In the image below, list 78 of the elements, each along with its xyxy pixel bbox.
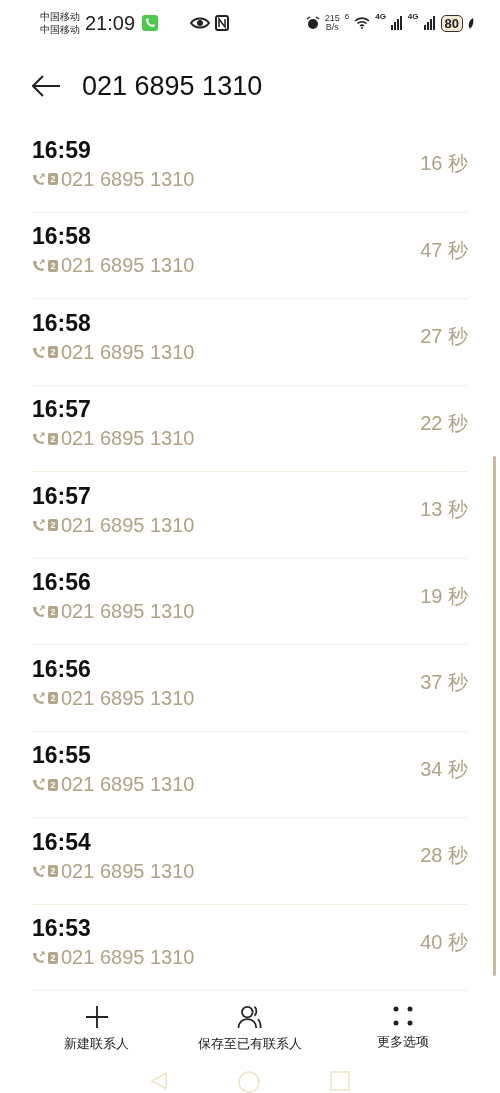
back-nav-icon[interactable] <box>150 1071 168 1091</box>
call-time: 16:55 <box>32 742 91 770</box>
sim-badge: 2 <box>48 432 58 445</box>
call-number: 021 6895 1310 <box>61 167 195 191</box>
call-number: 021 6895 1310 <box>61 773 195 797</box>
call-duration: 28 秒 <box>420 843 468 869</box>
call-number: 021 6895 1310 <box>61 946 195 970</box>
sim-badge: 2 <box>48 865 58 878</box>
sim-badge: 2 <box>48 346 58 359</box>
scrollbar[interactable] <box>493 456 496 976</box>
outgoing-call-icon <box>32 605 45 619</box>
outgoing-call-icon <box>32 778 45 792</box>
call-number: 021 6895 1310 <box>61 427 195 451</box>
more-icon <box>392 1005 415 1027</box>
call-time: 16:54 <box>32 828 91 856</box>
call-time: 16:57 <box>32 482 91 510</box>
sim-badge: 2 <box>48 692 58 705</box>
clock: 21:09 <box>85 11 136 35</box>
action-button[interactable]: 保存至已有联系人 <box>175 1005 325 1053</box>
call-duration: 19 秒 <box>420 583 468 609</box>
call-number: 021 6895 1310 <box>61 600 195 624</box>
call-time: 16:58 <box>32 223 91 251</box>
home-nav-icon[interactable] <box>238 1071 260 1093</box>
speed-value: 215 <box>324 14 340 23</box>
outgoing-call-icon <box>32 259 45 273</box>
call-number: 021 6895 1310 <box>61 686 195 710</box>
outgoing-call-icon <box>32 864 45 878</box>
outgoing-call-icon <box>32 951 45 965</box>
recents-nav-icon[interactable] <box>330 1071 350 1091</box>
call-number: 021 6895 1310 <box>61 254 195 278</box>
sim-badge: 2 <box>48 951 58 964</box>
phone-app-icon <box>142 15 159 31</box>
outgoing-call-icon <box>32 345 45 359</box>
wifi-standard-label: 6 <box>344 12 350 21</box>
call-time: 16:58 <box>32 309 91 337</box>
call-time: 16:56 <box>32 569 91 597</box>
call-duration: 47 秒 <box>420 237 468 263</box>
call-number: 021 6895 1310 <box>61 859 195 883</box>
outgoing-call-icon <box>32 518 45 532</box>
sim-badge: 2 <box>48 778 58 791</box>
action-button[interactable]: 更多选项 <box>328 1005 479 1053</box>
page-title: 021 6895 1310 <box>82 70 263 102</box>
speed-unit: B/s <box>325 23 339 32</box>
signal-icon <box>423 16 436 30</box>
call-time: 16:57 <box>32 396 91 424</box>
eye-icon <box>190 17 211 29</box>
call-number: 021 6895 1310 <box>61 513 195 537</box>
sim-badge: 2 <box>48 605 58 618</box>
nfc-icon <box>215 15 230 31</box>
call-time: 16:59 <box>32 136 91 164</box>
call-time: 16:56 <box>32 655 91 683</box>
back-icon[interactable] <box>32 75 60 97</box>
network-type: 4G <box>375 12 386 21</box>
network-type: 4G <box>407 12 419 21</box>
call-duration: 16 秒 <box>420 151 468 177</box>
sim-badge: 2 <box>48 259 58 272</box>
call-duration: 13 秒 <box>420 497 468 523</box>
carrier-name: 中国移动 <box>40 23 80 36</box>
call-duration: 22 秒 <box>420 410 468 436</box>
call-duration: 37 秒 <box>420 670 468 696</box>
alarm-icon <box>305 16 320 30</box>
outgoing-call-icon <box>32 432 45 446</box>
sim-badge: 2 <box>48 173 58 186</box>
call-number: 021 6895 1310 <box>61 340 195 364</box>
carrier-name: 中国移动 <box>40 10 80 23</box>
call-duration: 27 秒 <box>420 324 468 350</box>
battery-level: 80 <box>440 14 463 32</box>
outgoing-call-icon <box>32 172 45 186</box>
action-button[interactable]: 新建联系人 <box>21 1005 172 1053</box>
sim-badge: 2 <box>48 519 58 532</box>
signal-icon <box>390 16 403 30</box>
plus-icon <box>83 1005 110 1029</box>
leaf-icon <box>468 17 474 29</box>
call-duration: 34 秒 <box>420 756 468 782</box>
call-time: 16:53 <box>32 915 91 943</box>
call-duration: 40 秒 <box>420 929 468 955</box>
wifi-icon <box>354 17 371 29</box>
outgoing-call-icon <box>32 691 45 705</box>
